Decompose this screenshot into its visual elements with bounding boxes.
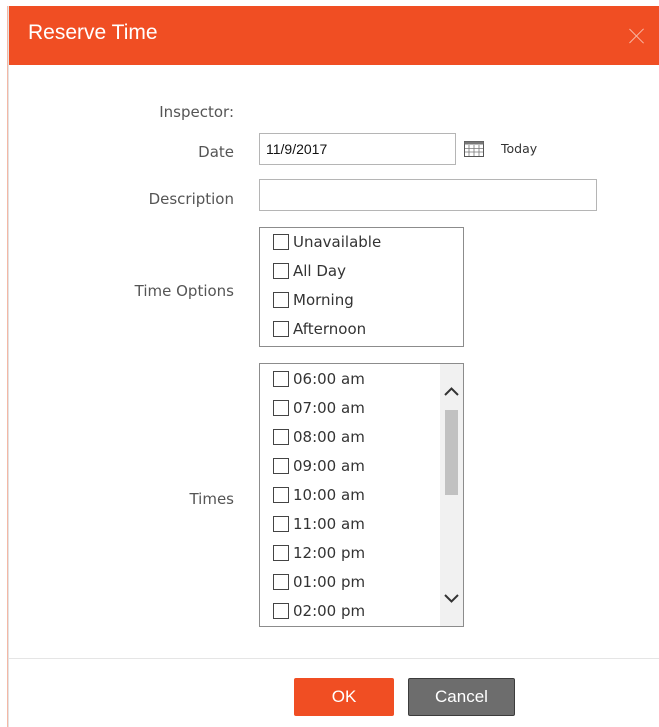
checkbox[interactable] xyxy=(273,516,289,532)
time-option-label: Unavailable xyxy=(293,233,382,251)
time-option-label: Afternoon xyxy=(293,320,367,338)
dialog-titlebar: Reserve Time xyxy=(9,6,659,65)
scrollbar-thumb[interactable] xyxy=(445,410,458,495)
times-list[interactable]: 06:00 am 07:00 am 08:00 am 09:00 am 10:0… xyxy=(259,363,464,627)
time-options-label: Time Options xyxy=(134,282,234,300)
checkbox[interactable] xyxy=(273,458,289,474)
checkbox[interactable] xyxy=(273,574,289,590)
time-slot-label: 02:00 pm xyxy=(293,602,366,620)
checkbox[interactable] xyxy=(273,234,289,250)
time-slot-label: 10:00 am xyxy=(293,486,365,504)
date-label: Date xyxy=(198,143,234,161)
today-link[interactable]: Today xyxy=(501,141,537,156)
checkbox[interactable] xyxy=(273,292,289,308)
checkbox[interactable] xyxy=(273,487,289,503)
time-slot[interactable]: 10:00 am xyxy=(273,484,365,506)
reserve-time-dialog: Reserve Time Inspector: Date Today Descr… xyxy=(8,6,659,727)
time-option-morning[interactable]: Morning xyxy=(273,289,354,311)
time-slot[interactable]: 07:00 am xyxy=(273,397,365,419)
chevron-up-icon[interactable] xyxy=(440,380,463,404)
time-slot-label: 06:00 am xyxy=(293,370,365,388)
checkbox[interactable] xyxy=(273,263,289,279)
close-icon[interactable] xyxy=(628,27,646,45)
time-slot[interactable]: 01:00 pm xyxy=(273,571,365,593)
checkbox[interactable] xyxy=(273,400,289,416)
times-scrollbar[interactable] xyxy=(440,364,463,626)
checkbox[interactable] xyxy=(273,429,289,445)
checkbox[interactable] xyxy=(273,371,289,387)
ok-button[interactable]: OK xyxy=(294,678,394,716)
time-slot-label: 07:00 am xyxy=(293,399,365,417)
time-option-label: Morning xyxy=(293,291,354,309)
time-slot-label: 01:00 pm xyxy=(293,573,366,591)
cancel-button[interactable]: Cancel xyxy=(408,678,515,716)
time-slot-label: 08:00 am xyxy=(293,428,365,446)
footer-divider xyxy=(9,658,659,659)
chevron-down-icon[interactable] xyxy=(440,586,463,610)
time-slot-label: 12:00 pm xyxy=(293,544,366,562)
calendar-icon[interactable] xyxy=(464,141,484,157)
time-option-afternoon[interactable]: Afternoon xyxy=(273,318,366,340)
description-label: Description xyxy=(148,190,234,208)
time-slot[interactable]: 12:00 pm xyxy=(273,542,365,564)
checkbox[interactable] xyxy=(273,603,289,619)
time-slot[interactable]: 02:00 pm xyxy=(273,600,365,622)
checkbox[interactable] xyxy=(273,321,289,337)
time-slot[interactable]: 09:00 am xyxy=(273,455,365,477)
time-slot[interactable]: 06:00 am xyxy=(273,368,365,390)
description-input[interactable] xyxy=(259,179,597,211)
inspector-label: Inspector: xyxy=(159,103,234,121)
time-slot[interactable]: 08:00 am xyxy=(273,426,365,448)
page-edge xyxy=(0,6,8,727)
times-label: Times xyxy=(189,490,234,508)
dialog-title: Reserve Time xyxy=(28,21,158,44)
checkbox[interactable] xyxy=(273,545,289,561)
date-input[interactable] xyxy=(259,133,456,165)
time-slot-label: 11:00 am xyxy=(293,515,365,533)
time-options-list: Unavailable All Day Morning Afternoon xyxy=(259,227,464,347)
time-slot[interactable]: 11:00 am xyxy=(273,513,365,535)
time-option-label: All Day xyxy=(293,262,346,280)
time-slot-label: 09:00 am xyxy=(293,457,365,475)
time-option-unavailable[interactable]: Unavailable xyxy=(273,231,381,253)
time-option-all-day[interactable]: All Day xyxy=(273,260,346,282)
